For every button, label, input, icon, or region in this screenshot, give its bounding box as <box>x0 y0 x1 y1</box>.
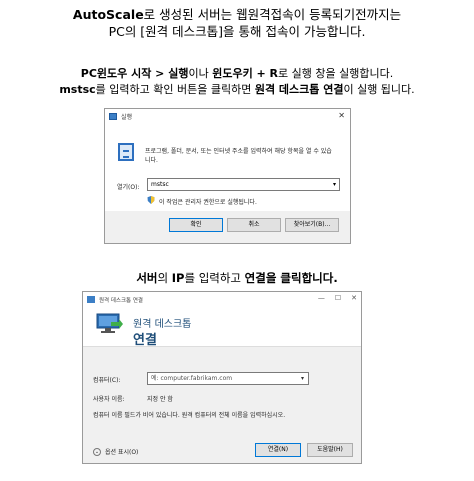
run-description: 프로그램, 폴더, 문서, 또는 인터넷 주소를 입력하여 해당 항목을 열 수… <box>145 148 332 164</box>
intro-line-2: PC의 [원격 데스크톱]을 통해 접속이 가능합니다. <box>108 24 366 39</box>
show-options-label: 옵션 표시(O) <box>105 449 139 456</box>
step1-shortcut: 윈도우키 + R <box>212 67 279 80</box>
run-title: 실행 <box>121 113 133 121</box>
step2-connect: 연결을 클릭합니다. <box>244 271 338 285</box>
run-titlebar: 실행 <box>105 109 350 123</box>
close-icon[interactable]: ✕ <box>338 111 345 120</box>
shield-icon <box>147 196 155 204</box>
chevron-down-icon[interactable]: ▾ <box>301 373 304 384</box>
rdp-title: 원격 데스크톱 연결 <box>99 297 143 304</box>
chevron-down-icon[interactable]: ▾ <box>333 179 336 190</box>
step1-start-run: PC윈도우 시작 > 실행 <box>80 67 189 80</box>
open-input-value: mstsc <box>151 181 169 188</box>
rdp-subheading: 연결 <box>133 333 157 348</box>
help-button[interactable]: 도움말(H) <box>307 443 353 457</box>
step1-text-b: 로 실행 창을 실행합니다. <box>278 67 394 80</box>
intro-text: AutoScale로 생성된 서버는 웹원격접속이 등록되기전까지는 PC의 [… <box>0 6 474 40</box>
computer-label: 컴퓨터(C): <box>93 377 121 384</box>
rdp-app-icon <box>87 296 95 303</box>
browse-button[interactable]: 찾아보기(B)... <box>285 218 339 232</box>
open-input[interactable]: mstsc ▾ <box>147 178 340 191</box>
minimize-icon[interactable]: — <box>318 294 325 302</box>
intro-line-1-rest: 로 생성된 서버는 웹원격접속이 등록되기전까지는 <box>143 7 402 22</box>
rdp-header: 원격 데스크톱 연결 <box>83 307 361 348</box>
computer-hint: 컴퓨터 이름 필드가 비어 있습니다. 원격 컴퓨터의 전체 이름을 입력하십시… <box>93 412 286 419</box>
computer-input[interactable]: 예: computer.fabrikam.com ▾ <box>147 372 309 385</box>
step2-ip: IP <box>171 271 185 285</box>
step2-instructions: 서버의 IP를 입력하고 연결을 클릭합니다. <box>0 270 474 286</box>
close-icon[interactable]: ✕ <box>351 294 357 302</box>
open-label: 열기(O): <box>117 184 140 191</box>
ok-button[interactable]: 확인 <box>169 218 223 232</box>
user-label: 사용자 이름: <box>93 396 125 403</box>
step1-command: mstsc <box>59 83 96 96</box>
run-icon <box>118 143 134 161</box>
admin-note: 이 작업은 관리자 권한으로 실행됩니다. <box>159 199 257 206</box>
show-options[interactable]: ⌄ 옵션 표시(O) <box>93 447 138 456</box>
run-dialog: 실행 ✕ 프로그램, 폴더, 문서, 또는 인터넷 주소를 입력하여 해당 항목… <box>104 108 351 244</box>
user-value: 지정 안 함 <box>147 396 173 403</box>
computer-placeholder: 예: computer.fabrikam.com <box>151 375 233 382</box>
step2-server: 서버 <box>136 271 158 285</box>
step2-text-a: 의 <box>157 271 172 285</box>
step1-rdp-name: 원격 데스크톱 연결 <box>254 83 344 96</box>
intro-line-1: AutoScale로 생성된 서버는 웹원격접속이 등록되기전까지는 <box>0 6 474 23</box>
rdp-heading: 원격 데스크톱 <box>133 319 192 330</box>
rdp-dialog: 원격 데스크톱 연결 — ☐ ✕ 원격 데스크톱 연결 컴퓨터(C): 예: c… <box>82 291 362 464</box>
step1-text-a: 이나 <box>188 67 213 80</box>
step1-instructions: PC윈도우 시작 > 실행이나 윈도우키 + R로 실행 창을 실행합니다. m… <box>0 66 474 98</box>
run-body: 프로그램, 폴더, 문서, 또는 인터넷 주소를 입력하여 해당 항목을 열 수… <box>105 123 350 211</box>
monitor-icon <box>96 313 123 333</box>
step1-text-c: 를 입력하고 확인 버튼을 클릭하면 <box>95 83 255 96</box>
step2-text-b: 를 입력하고 <box>184 271 245 285</box>
connect-button[interactable]: 연결(N) <box>255 443 301 457</box>
maximize-icon[interactable]: ☐ <box>335 294 341 302</box>
intro-brand: AutoScale <box>72 7 144 22</box>
step1-text-d: 이 실행 됩니다. <box>343 83 415 96</box>
cancel-button[interactable]: 취소 <box>227 218 281 232</box>
window-controls: — ☐ ✕ <box>318 294 357 302</box>
run-app-icon <box>109 112 117 120</box>
chevron-down-icon[interactable]: ⌄ <box>93 447 101 456</box>
